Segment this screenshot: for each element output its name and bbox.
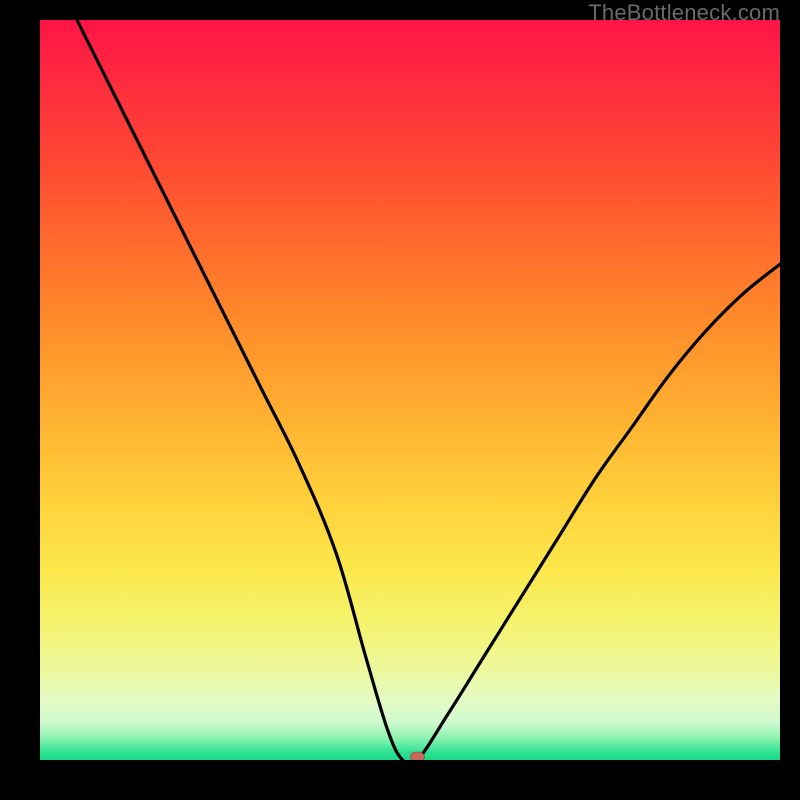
curve-layer <box>40 20 780 760</box>
bottleneck-curve <box>77 20 780 760</box>
watermark-text: TheBottleneck.com <box>588 0 780 26</box>
chart-frame: TheBottleneck.com <box>0 0 800 800</box>
marker-dot <box>410 752 424 760</box>
plot-area <box>40 20 780 760</box>
